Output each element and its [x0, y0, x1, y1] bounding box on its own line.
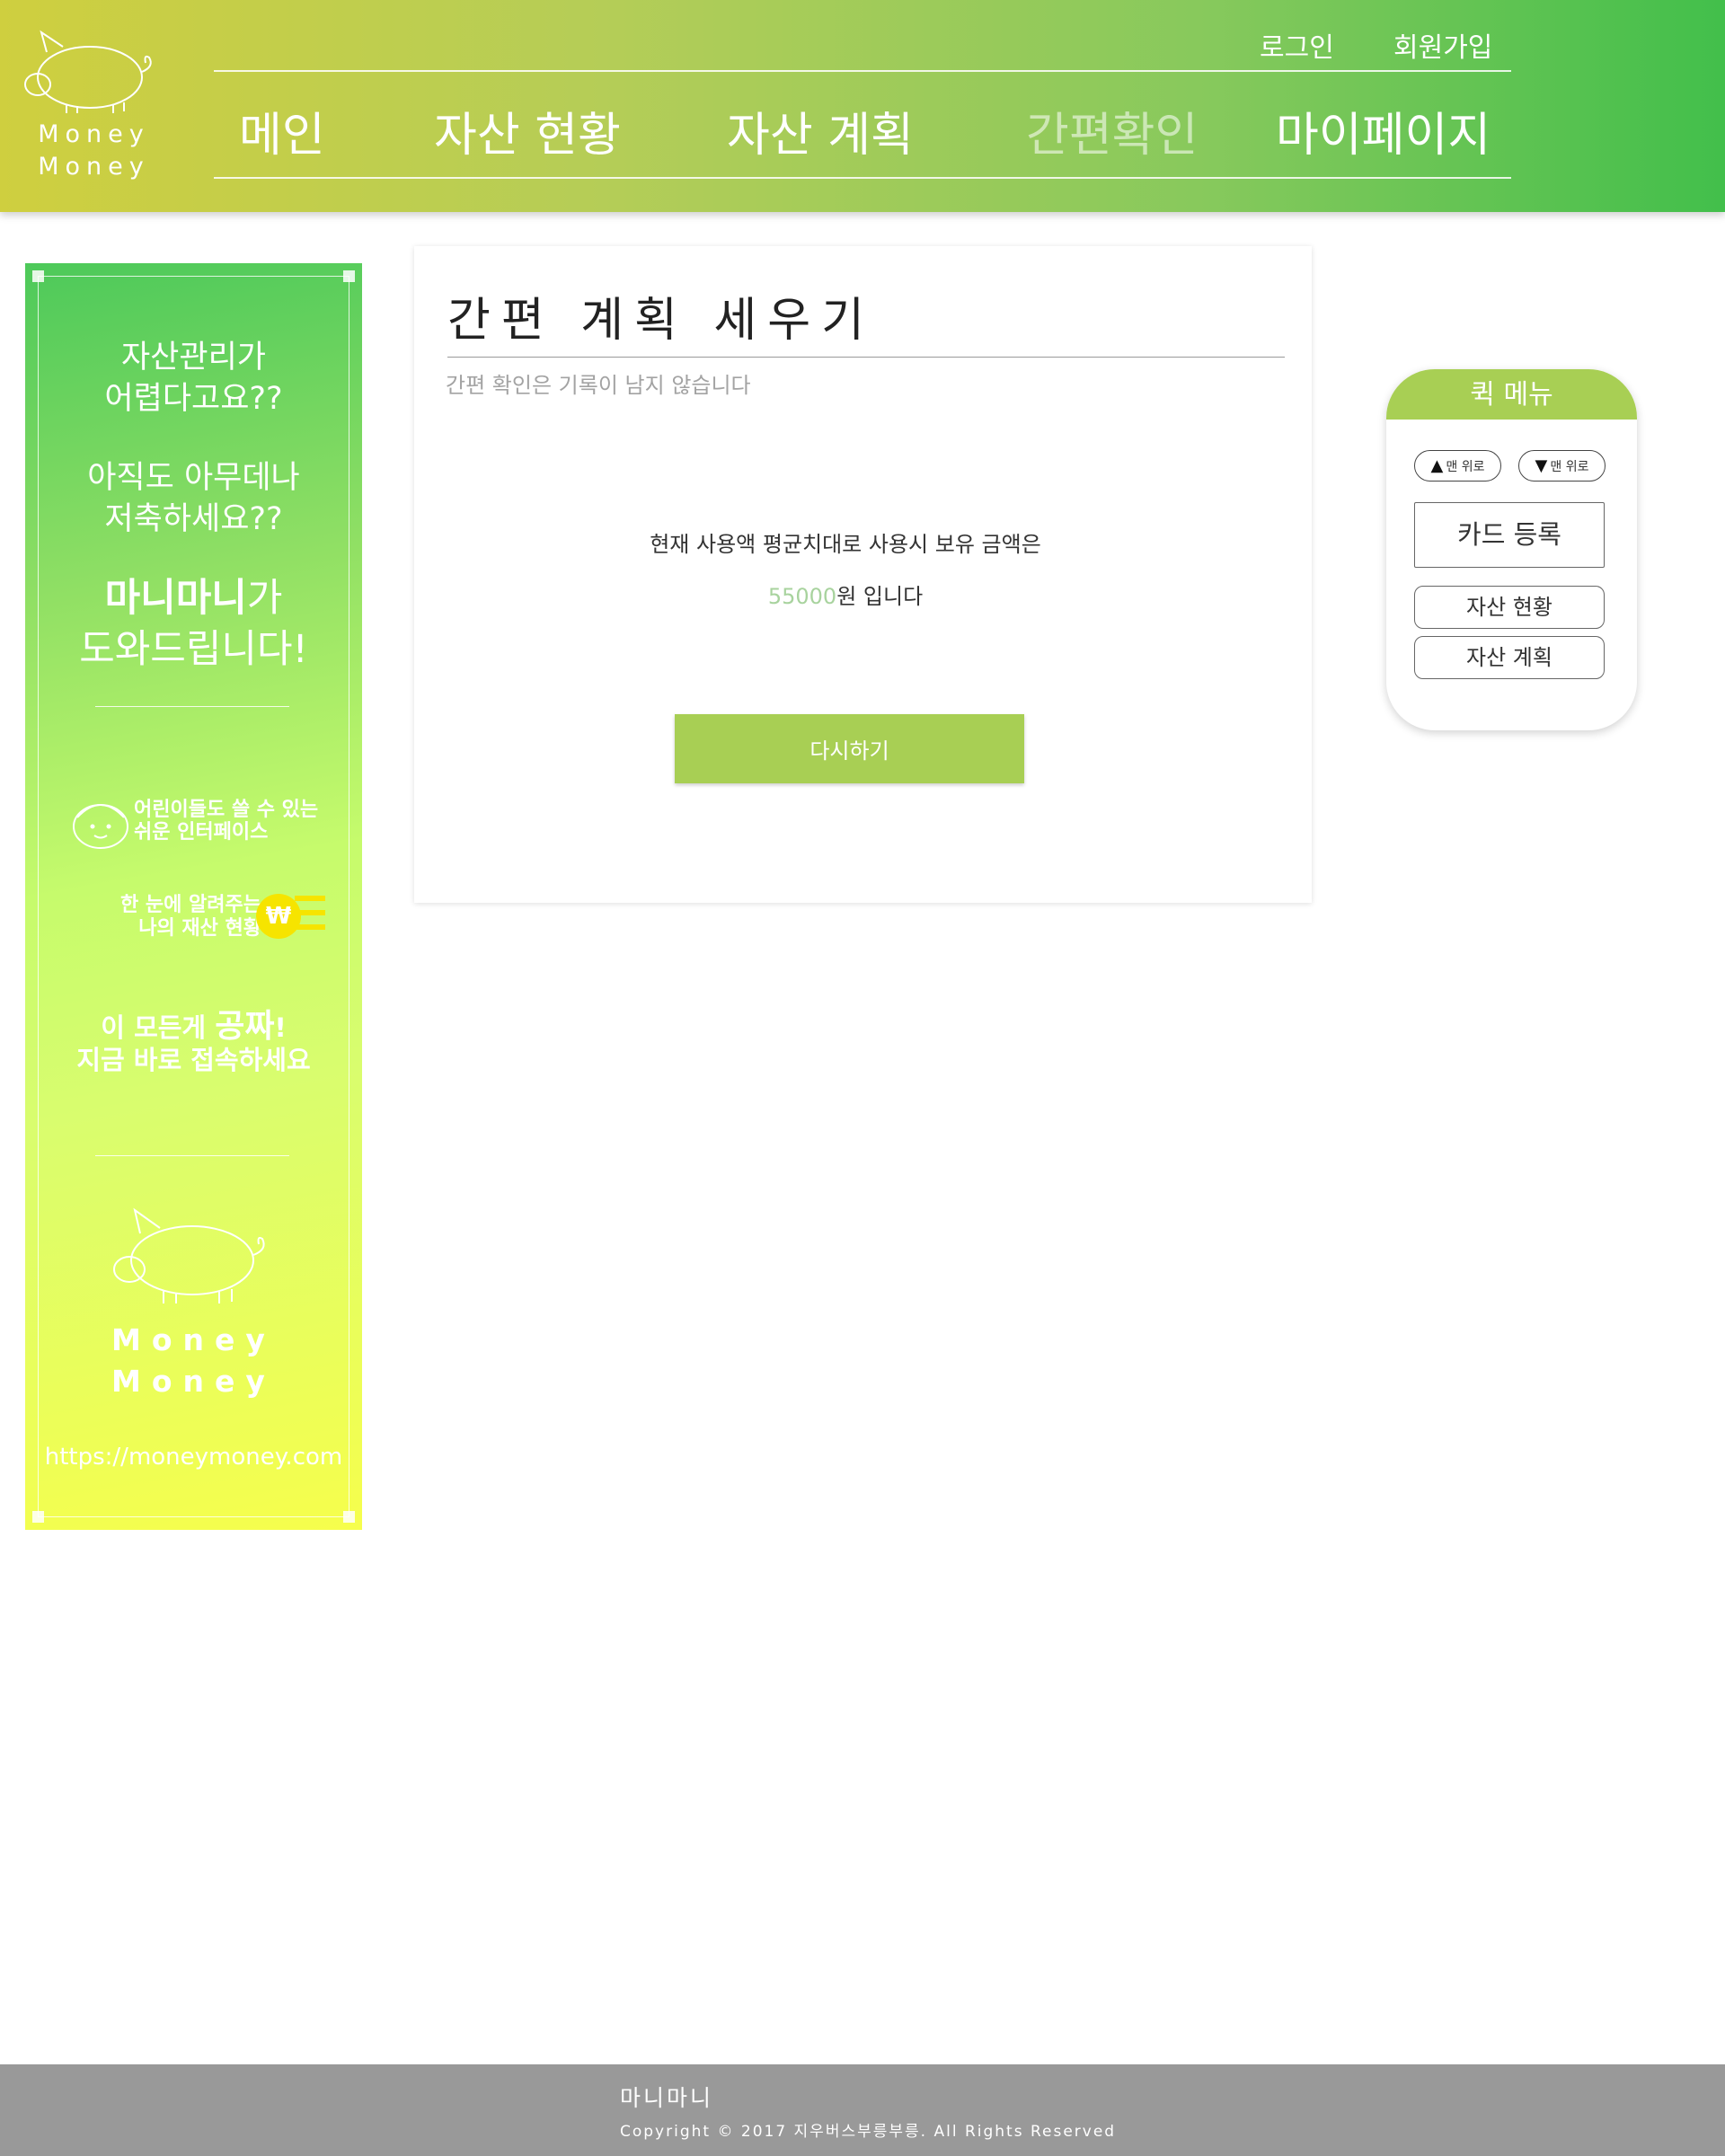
- site-footer: 마니마니 Copyright © 2017 지우버스부릉부릉. All Righ…: [0, 2064, 1725, 2156]
- logo-text-line1: Money: [38, 120, 150, 148]
- cta-line1: 이 모든게 공짜!: [25, 1011, 362, 1044]
- site-header: Money Money 로그인 회원가입 메인 자산 현황 자산 계획 간편확인…: [0, 0, 1725, 212]
- scroll-bottom-label: 맨 위로: [1550, 460, 1589, 474]
- feature2-line2: 나의 재산 현황: [138, 917, 261, 940]
- scroll-bottom-button[interactable]: ▼ 맨 위로: [1518, 450, 1606, 482]
- cta-prefix: 이 모든게: [101, 1012, 216, 1043]
- banner-url[interactable]: https://moneymoney.com: [25, 1444, 362, 1471]
- result-amount-suffix: 원 입니다: [836, 584, 924, 609]
- feature1-line1: 어린이들도 쓸 수 있는: [134, 799, 319, 821]
- page-subtitle: 간편 확인은 기록이 남지 않습니다: [446, 373, 751, 398]
- footer-copyright: Copyright © 2017 지우버스부릉부릉. All Rights Re…: [620, 2123, 1117, 2141]
- nav-mypage[interactable]: 마이페이지: [1276, 97, 1491, 164]
- scroll-top-button[interactable]: ▲ 맨 위로: [1414, 450, 1501, 482]
- quick-menu: 퀵 메뉴 ▲ 맨 위로 ▼ 맨 위로 카드 등록 자산 현황 자산 계획: [1386, 369, 1637, 730]
- banner-line1: 자산관리가: [120, 340, 266, 376]
- banner-line3: 아직도 아무데나: [87, 460, 300, 496]
- nav-asset-status[interactable]: 자산 현황: [434, 97, 621, 164]
- card-register-button[interactable]: 카드 등록: [1414, 502, 1605, 568]
- feature1-line2: 쉬운 인터페이스: [134, 821, 269, 844]
- cta-suffix: !: [274, 1012, 287, 1043]
- banner-corner: [32, 270, 44, 282]
- promo-banner[interactable]: 자산관리가 어렵다고요?? 아직도 아무데나 저축하세요?? 마니마니가 도와드…: [25, 263, 362, 1530]
- banner-corner: [343, 1511, 355, 1523]
- quick-menu-title: 퀵 메뉴: [1386, 369, 1637, 420]
- banner-brand-suffix: 가: [246, 576, 283, 621]
- banner-logo-line1: Money: [111, 1322, 276, 1357]
- child-face-icon: [73, 804, 128, 849]
- piggy-bank-icon: [24, 30, 152, 113]
- scroll-top-label: 맨 위로: [1446, 460, 1485, 474]
- cta-emphasis: 공짜: [215, 1008, 275, 1045]
- speed-lines-icon: [295, 892, 327, 941]
- banner-line6: 도와드립니다!: [79, 627, 308, 672]
- banner-corner: [343, 270, 355, 282]
- cta-line2: 지금 바로 접속하세요: [76, 1045, 311, 1075]
- nav-main[interactable]: 메인: [239, 97, 325, 164]
- result-amount-line: 55000원 입니다: [414, 579, 1277, 610]
- banner-line4: 저축하세요??: [104, 501, 283, 537]
- header-divider-bottom: [214, 177, 1511, 179]
- page-title: 간편 계획 세우기: [447, 294, 875, 348]
- quick-plan-card: 간편 계획 세우기 간편 확인은 기록이 남지 않습니다 현재 사용액 평균치대…: [414, 246, 1312, 903]
- banner-line2: 어렵다고요??: [104, 381, 283, 417]
- login-link[interactable]: 로그인: [1260, 25, 1334, 65]
- banner-divider: [95, 706, 289, 707]
- banner-corner: [32, 1511, 44, 1523]
- result-description: 현재 사용액 평균치대로 사용시 보유 금액은: [650, 532, 1041, 557]
- asset-plan-button[interactable]: 자산 계획: [1414, 636, 1605, 679]
- result-amount: 55000: [767, 584, 837, 609]
- triangle-up-icon: ▲: [1430, 456, 1444, 475]
- piggy-bank-icon: [113, 1207, 265, 1303]
- feature2-line1: 한 눈에 알려주는: [120, 894, 261, 916]
- banner-divider-2: [95, 1155, 289, 1156]
- triangle-down-icon: ▼: [1535, 456, 1548, 475]
- banner-brand: 마니마니: [104, 576, 247, 621]
- logo[interactable]: Money Money: [20, 25, 164, 187]
- title-divider: [447, 357, 1285, 358]
- logo-text-line2: Money: [38, 153, 150, 181]
- nav-asset-plan[interactable]: 자산 계획: [727, 97, 914, 164]
- nav-quick-check[interactable]: 간편확인: [1026, 97, 1198, 164]
- header-divider-top: [214, 70, 1511, 72]
- retry-button[interactable]: 다시하기: [675, 714, 1024, 783]
- banner-logo-line2: Money: [111, 1364, 276, 1399]
- signup-link[interactable]: 회원가입: [1393, 25, 1492, 65]
- asset-status-button[interactable]: 자산 현황: [1414, 586, 1605, 629]
- banner-brand-line: 마니마니가: [25, 572, 362, 624]
- footer-brand: 마니마니: [620, 2085, 714, 2111]
